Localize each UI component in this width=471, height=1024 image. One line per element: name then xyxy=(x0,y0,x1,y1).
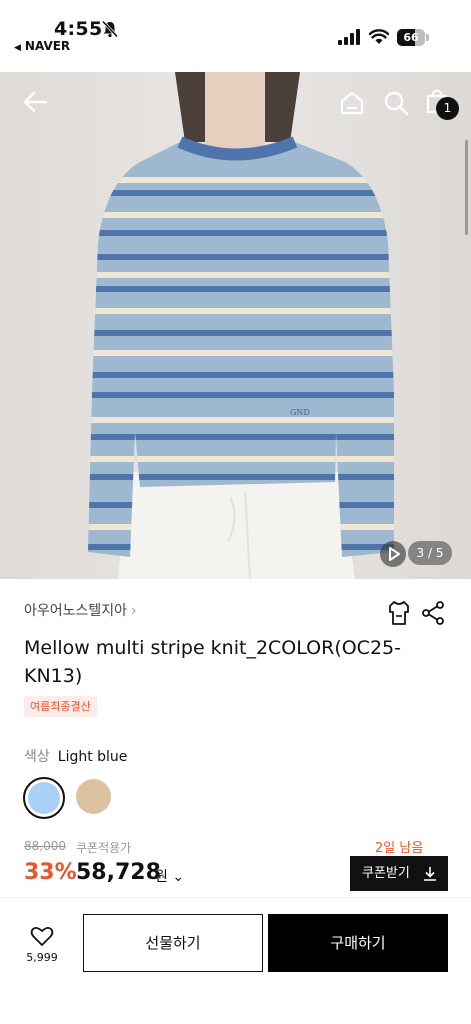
svg-text:GND: GND xyxy=(290,408,310,417)
share-icon[interactable] xyxy=(421,600,445,626)
sweater-stripe xyxy=(88,417,394,423)
original-price: 88,000 xyxy=(24,839,66,853)
price-detail-toggle[interactable]: 원 ⌄ xyxy=(155,866,184,886)
currency-label: 원 xyxy=(155,869,168,885)
color-key: 색상 xyxy=(24,749,50,765)
play-icon xyxy=(389,547,400,561)
sweater-stripe xyxy=(88,434,394,440)
color-swatch-beige[interactable] xyxy=(76,779,111,814)
search-icon[interactable] xyxy=(383,90,409,116)
battery-indicator: 66 xyxy=(397,29,429,46)
color-swatch-light-blue[interactable] xyxy=(23,777,65,819)
back-app-label: NAVER xyxy=(24,39,71,53)
back-to-app[interactable]: ◀ NAVER xyxy=(14,39,70,53)
product-photo: GND xyxy=(0,72,471,579)
brand-name: 아우어노스텔지아 xyxy=(24,603,128,619)
play-button[interactable] xyxy=(380,541,406,567)
color-option-label: 색상 Light blue xyxy=(24,746,127,766)
coupon-button-label: 쿠폰받기 xyxy=(362,866,410,881)
home-icon[interactable] xyxy=(339,90,365,116)
sweater-stripe xyxy=(88,350,394,356)
brand-link[interactable]: 아우어노스텔지아 › xyxy=(24,600,137,620)
bottom-divider xyxy=(0,897,471,898)
size-guide-icon[interactable] xyxy=(387,600,411,626)
gift-button[interactable]: 선물하기 xyxy=(83,914,263,972)
color-value: Light blue xyxy=(57,749,128,765)
buy-button[interactable]: 구매하기 xyxy=(268,914,448,972)
promo-badge: 여름최종결산 xyxy=(24,696,97,717)
cart-count-badge: 1 xyxy=(436,97,459,120)
battery-level: 66 xyxy=(403,31,419,44)
heart-icon[interactable] xyxy=(30,925,54,947)
status-bar: 4:55 ◀ NAVER 66 xyxy=(0,0,471,72)
scroll-indicator xyxy=(465,140,468,235)
sweater-stripe xyxy=(88,190,394,196)
sweater-stripe xyxy=(88,212,394,218)
back-arrow-icon[interactable] xyxy=(22,90,48,114)
product-image-carousel[interactable]: GND xyxy=(0,72,471,579)
discount-rate: 33% xyxy=(24,860,77,885)
sweater-stripe xyxy=(88,177,394,183)
download-icon xyxy=(424,867,436,881)
days-left-label: 2일 남음 xyxy=(375,841,424,856)
sweater-stripe xyxy=(88,372,394,378)
sweater-stripe xyxy=(88,254,394,260)
signal-icon xyxy=(338,29,360,45)
product-title: Mellow multi stripe knit_2COLOR(OC25-KN1… xyxy=(24,637,401,687)
sweater-stripe xyxy=(88,272,394,278)
coupon-price-note: 쿠폰적용가 xyxy=(76,841,132,855)
chevron-right-icon: › xyxy=(131,603,137,619)
bell-muted-icon xyxy=(101,20,119,38)
wifi-icon xyxy=(369,29,389,44)
sweater-stripe xyxy=(88,308,394,314)
image-page-indicator: 3 / 5 xyxy=(408,541,452,565)
chevron-down-icon: ⌄ xyxy=(172,869,185,885)
sweater-stripe xyxy=(88,474,394,480)
sale-price: 58,728 xyxy=(76,860,161,885)
coupon-download-button[interactable]: 쿠폰받기 xyxy=(350,856,448,891)
sweater-stripe xyxy=(88,456,394,462)
sweater-stripe xyxy=(88,330,394,336)
like-count: 5,999 xyxy=(26,951,58,964)
sweater-stripe xyxy=(88,392,394,398)
sweater-stripe xyxy=(88,286,394,292)
status-time: 4:55 xyxy=(54,18,103,40)
sweater-stripe xyxy=(88,230,394,236)
